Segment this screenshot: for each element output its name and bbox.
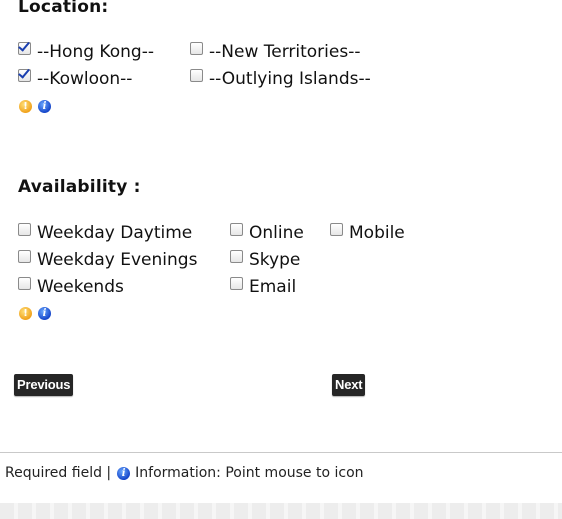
info-icon[interactable]: i	[38, 307, 51, 320]
location-option-outlying-islands[interactable]: --Outlying Islands--	[190, 69, 371, 89]
mobile-label: Mobile	[349, 223, 405, 243]
next-button[interactable]: Next	[332, 374, 366, 396]
info-icon[interactable]: i	[38, 100, 51, 113]
warning-icon[interactable]: !	[19, 100, 32, 113]
location-option-new-territories[interactable]: --New Territories--	[190, 42, 360, 62]
location-help-icons: ! i	[19, 100, 51, 113]
location-option-hong-kong[interactable]: --Hong Kong--	[18, 42, 154, 62]
availability-option-mobile[interactable]: Mobile	[330, 223, 405, 243]
hong-kong-checkbox[interactable]	[18, 42, 31, 55]
availability-option-email[interactable]: Email	[230, 277, 296, 297]
availability-heading: Availability :	[18, 177, 141, 197]
outlying-islands-checkbox[interactable]	[190, 69, 203, 82]
availability-option-online[interactable]: Online	[230, 223, 304, 243]
hong-kong-label: --Hong Kong--	[37, 42, 154, 62]
email-checkbox[interactable]	[230, 277, 243, 290]
online-label: Online	[249, 223, 304, 243]
kowloon-label: --Kowloon--	[37, 69, 133, 89]
mobile-checkbox[interactable]	[330, 223, 343, 236]
availability-option-weekday-daytime[interactable]: Weekday Daytime	[18, 223, 192, 243]
kowloon-checkbox[interactable]	[18, 69, 31, 82]
previous-button[interactable]: Previous	[14, 374, 74, 396]
outlying-islands-label: --Outlying Islands--	[209, 69, 371, 89]
skype-checkbox[interactable]	[230, 250, 243, 263]
skype-label: Skype	[249, 250, 301, 270]
new-territories-label: --New Territories--	[209, 42, 361, 62]
location-heading: Location:	[18, 0, 109, 17]
online-checkbox[interactable]	[230, 223, 243, 236]
weekday-daytime-label: Weekday Daytime	[37, 223, 193, 243]
weekends-label: Weekends	[37, 277, 124, 297]
availability-option-skype[interactable]: Skype	[230, 250, 300, 270]
warning-icon[interactable]: !	[19, 307, 32, 320]
footer-legend: Required field | i Information: Point mo…	[5, 465, 364, 481]
email-label: Email	[249, 277, 297, 297]
info-icon: i	[117, 466, 131, 480]
bottom-stripe	[0, 503, 562, 519]
required-field-text: Required field |	[5, 465, 112, 481]
information-text: Information: Point mouse to icon	[135, 465, 364, 481]
availability-option-weekday-evenings[interactable]: Weekday Evenings	[18, 250, 197, 270]
footer-divider	[0, 452, 562, 453]
availability-help-icons: ! i	[19, 307, 51, 320]
location-option-kowloon[interactable]: --Kowloon--	[18, 69, 132, 89]
weekday-evenings-checkbox[interactable]	[18, 250, 31, 263]
new-territories-checkbox[interactable]	[190, 42, 203, 55]
availability-option-weekends[interactable]: Weekends	[18, 277, 124, 297]
weekday-daytime-checkbox[interactable]	[18, 223, 31, 236]
weekday-evenings-label: Weekday Evenings	[37, 250, 198, 270]
weekends-checkbox[interactable]	[18, 277, 31, 290]
